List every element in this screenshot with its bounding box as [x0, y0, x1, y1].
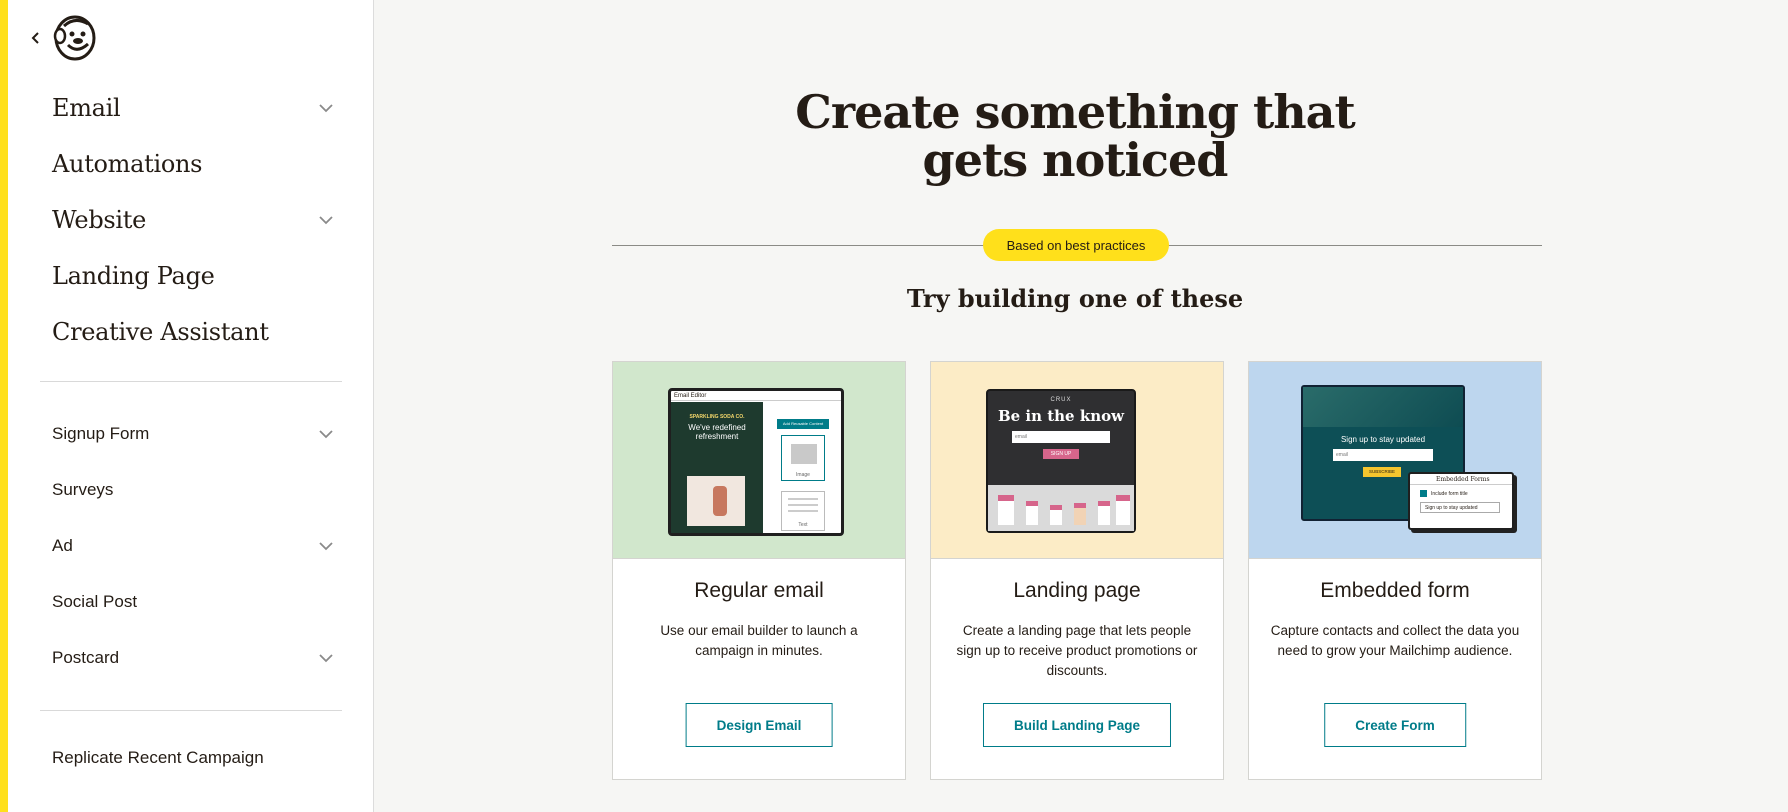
landing-page-preview: CRUX Be in the know email SIGN UP	[931, 362, 1223, 559]
chevron-down-icon[interactable]	[314, 422, 338, 446]
card-description: Use our email builder to launch a campai…	[660, 623, 858, 658]
section-subtitle: Try building one of these	[906, 284, 1244, 313]
nav-item-label: Postcard	[52, 648, 120, 667]
page-title-line-2: gets noticed	[922, 133, 1229, 187]
panel-field: Sign up to stay updated	[1420, 502, 1500, 513]
build-landing-page-button[interactable]: Build Landing Page	[982, 703, 1172, 747]
text-block: Text	[781, 491, 825, 531]
page-title-line-1: Create something that	[795, 85, 1356, 139]
nav-item-social-post[interactable]: Social Post	[52, 574, 342, 630]
design-email-button[interactable]: Design Email	[685, 703, 833, 747]
nav-item-postcard[interactable]: Postcard	[52, 630, 342, 686]
landing-email-field: email	[1012, 431, 1110, 443]
page-title: Create something that gets noticed	[375, 88, 1775, 184]
chevron-down-icon[interactable]	[314, 534, 338, 558]
panel-checkbox-row: Include form title	[1420, 490, 1512, 497]
nav-item-email[interactable]: Email	[52, 80, 342, 136]
nav-item-ad[interactable]: Ad	[52, 518, 342, 574]
add-reusable-content-button: Add Reusable Content	[777, 419, 829, 429]
card-title: Regular email	[694, 579, 824, 602]
image-label: Image	[796, 472, 810, 478]
nav-item-label: Landing Page	[52, 262, 215, 290]
nav-item-label: Website	[52, 206, 147, 234]
secondary-nav: Signup Form Surveys Ad Social Post Postc…	[52, 406, 342, 686]
landing-page-mockup: CRUX Be in the know email SIGN UP	[986, 389, 1136, 533]
panel-title: Embedded Forms	[1410, 474, 1512, 485]
email-image	[687, 476, 745, 526]
create-form-button[interactable]: Create Form	[1324, 703, 1466, 747]
product-bottles	[988, 485, 1134, 531]
embedded-form-preview: Sign up to stay updated email SUBSCRIBE …	[1249, 362, 1541, 559]
sidebar-divider	[40, 710, 342, 711]
text-label: Text	[798, 522, 808, 528]
email-headline: We've redefined refreshment	[688, 423, 746, 441]
nav-item-label: Social Post	[52, 592, 138, 611]
sidebar: Email Automations Website Landing Page C…	[8, 0, 374, 812]
card-title: Landing page	[1013, 579, 1141, 602]
nav-item-landing-page[interactable]: Landing Page	[52, 248, 342, 304]
nav-item-label: Surveys	[52, 480, 114, 499]
panel-checkbox-label: Include form title	[1431, 490, 1468, 497]
landing-signup-button: SIGN UP	[1043, 449, 1079, 459]
replicate-campaign-link[interactable]: Replicate Recent Campaign	[52, 748, 264, 768]
landing-page-card: CRUX Be in the know email SIGN UP Landin…	[930, 361, 1224, 780]
mailchimp-logo[interactable]	[50, 12, 100, 62]
form-subscribe-button: SUBSCRIBE	[1363, 467, 1401, 477]
landing-headline: Be in the know	[997, 407, 1125, 425]
chevron-down-icon[interactable]	[314, 208, 338, 232]
nav-item-label: Automations	[52, 150, 203, 178]
card-description: Capture contacts and collect the data yo…	[1270, 623, 1520, 658]
nav-item-label: Email	[52, 94, 121, 122]
card-description: Create a landing page that lets people s…	[956, 623, 1198, 678]
primary-nav: Email Automations Website Landing Page C…	[52, 80, 342, 360]
accent-strip	[0, 0, 8, 812]
nav-item-website[interactable]: Website	[52, 192, 342, 248]
card-title: Embedded form	[1320, 579, 1470, 602]
form-headline: Sign up to stay updated	[1340, 435, 1426, 444]
sidebar-divider	[40, 381, 342, 382]
nav-item-automations[interactable]: Automations	[52, 136, 342, 192]
email-editor-window: Email Editor SPARKLING SODA CO. We've re…	[668, 388, 844, 536]
main-content: Create something that gets noticed Based…	[375, 0, 1788, 812]
embedded-form-card: Sign up to stay updated email SUBSCRIBE …	[1248, 361, 1542, 780]
chevron-down-icon[interactable]	[314, 96, 338, 120]
email-brand: SPARKLING SODA CO.	[689, 414, 745, 420]
image-block: Image	[781, 435, 825, 481]
regular-email-card: Email Editor SPARKLING SODA CO. We've re…	[612, 361, 906, 780]
landing-brand: CRUX	[1050, 397, 1072, 403]
best-practices-badge: Based on best practices	[983, 229, 1169, 261]
embedded-forms-panel: Embedded Forms Include form title Sign u…	[1408, 472, 1514, 530]
nav-item-label: Signup Form	[52, 424, 150, 443]
nav-item-surveys[interactable]: Surveys	[52, 462, 342, 518]
nav-item-label: Ad	[52, 536, 73, 555]
form-banner	[1303, 387, 1463, 427]
chevron-down-icon[interactable]	[314, 646, 338, 670]
chevron-left-icon[interactable]	[24, 26, 48, 50]
email-editor-label: Email Editor	[671, 391, 841, 401]
nav-item-creative-assistant[interactable]: Creative Assistant	[52, 304, 342, 360]
checkbox-icon	[1420, 490, 1427, 497]
form-email-field: email	[1333, 449, 1433, 461]
nav-item-label: Creative Assistant	[52, 318, 269, 346]
regular-email-preview: Email Editor SPARKLING SODA CO. We've re…	[613, 362, 905, 559]
email-canvas: SPARKLING SODA CO. We've redefined refre…	[671, 402, 763, 533]
nav-item-signup-form[interactable]: Signup Form	[52, 406, 342, 462]
